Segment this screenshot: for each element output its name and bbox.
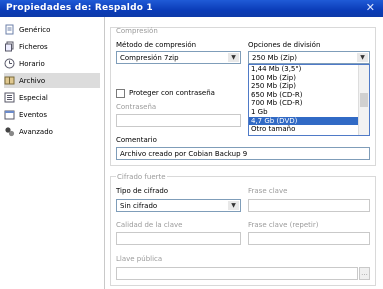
passphrase-repeat-field[interactable] — [248, 232, 370, 245]
browse-public-key-button[interactable]: ... — [359, 267, 370, 280]
split-options-select[interactable]: 250 Mb (Zip) ▼ — [248, 51, 370, 64]
chevron-down-icon[interactable]: ▼ — [228, 201, 239, 210]
clock-icon — [4, 58, 15, 69]
compression-group-label: Compresión — [116, 27, 158, 35]
list-item[interactable]: 1,44 Mb (3,5") — [249, 65, 369, 74]
compression-method-value: Compresión 7zip — [120, 54, 179, 62]
chevron-down-icon[interactable]: ▼ — [357, 53, 368, 62]
password-label: Contraseña — [116, 103, 157, 111]
sidebar-item-ficheros[interactable]: Ficheros — [4, 39, 100, 54]
passphrase-label: Frase clave — [248, 187, 288, 195]
compression-method-label: Método de compresión — [116, 41, 197, 49]
sidebar-item-horario[interactable]: Horario — [4, 56, 100, 71]
chevron-down-icon[interactable]: ▼ — [228, 53, 239, 62]
split-options-label: Opciones de división — [248, 41, 321, 49]
close-icon[interactable]: ✕ — [366, 1, 375, 14]
encryption-type-value: Sin cifrado — [120, 202, 158, 210]
comment-field[interactable]: Archivo creado por Cobian Backup 9 — [116, 147, 370, 160]
split-options-dropdown-list[interactable]: 1,44 Mb (3,5") 100 Mb (Zip) 250 Mb (Zip)… — [248, 64, 370, 136]
sidebar-item-label: Ficheros — [19, 42, 48, 51]
public-key-field[interactable] — [116, 267, 358, 280]
list-item[interactable]: 650 Mb (CD-R) — [249, 91, 369, 100]
list-icon — [4, 92, 15, 103]
events-icon — [4, 110, 15, 120]
sidebar-item-label: Especial — [19, 93, 48, 102]
sidebar-item-especial[interactable]: Especial — [4, 90, 100, 105]
sidebar-item-archivo[interactable]: Archivo — [4, 73, 100, 88]
sidebar: Genérico Ficheros Horario Archivo Especi… — [0, 17, 105, 289]
sidebar-item-generico[interactable]: Genérico — [4, 22, 100, 37]
scrollbar[interactable] — [358, 65, 369, 135]
passphrase-repeat-label: Frase clave (repetir) — [248, 221, 319, 229]
page-icon — [5, 24, 14, 35]
files-icon — [5, 41, 14, 52]
window-title: Propiedades de: Respaldo 1 — [6, 3, 153, 13]
scrollbar-thumb[interactable] — [360, 93, 368, 107]
key-quality-label: Calidad de la clave — [116, 221, 183, 229]
title-bar: Propiedades de: Respaldo 1 ✕ — [0, 0, 383, 17]
key-quality-bar — [116, 232, 241, 245]
archive-icon — [4, 76, 15, 85]
list-item[interactable]: Otro tamaño — [249, 125, 369, 134]
comment-label: Comentario — [116, 136, 157, 144]
sidebar-item-avanzado[interactable]: Avanzado — [4, 124, 100, 139]
list-item[interactable]: 700 Mb (CD-R) — [249, 99, 369, 108]
list-item[interactable]: 250 Mb (Zip) — [249, 82, 369, 91]
split-options-value: 250 Mb (Zip) — [252, 54, 297, 62]
sidebar-item-label: Horario — [19, 59, 45, 68]
protect-password-label: Proteger con contraseña — [129, 89, 215, 97]
sidebar-item-label: Eventos — [19, 110, 47, 119]
advanced-icon — [5, 127, 15, 137]
encryption-type-label: Tipo de cifrado — [116, 187, 169, 195]
passphrase-field[interactable] — [248, 199, 370, 212]
comment-value: Archivo creado por Cobian Backup 9 — [120, 150, 248, 158]
list-item[interactable]: 1 Gb — [249, 108, 369, 117]
public-key-label: Llave pública — [116, 255, 163, 263]
list-item-selected[interactable]: 4,7 Gb (DVD) — [249, 116, 369, 126]
sidebar-item-label: Avanzado — [19, 127, 53, 136]
sidebar-item-label: Archivo — [19, 76, 46, 85]
protect-password-checkbox[interactable] — [116, 89, 125, 98]
encryption-group-label: Cifrado fuerte — [116, 173, 167, 181]
sidebar-item-eventos[interactable]: Eventos — [4, 107, 100, 122]
sidebar-item-label: Genérico — [19, 25, 51, 34]
password-field[interactable] — [116, 114, 241, 127]
list-item[interactable]: 100 Mb (Zip) — [249, 74, 369, 83]
compression-method-select[interactable]: Compresión 7zip ▼ — [116, 51, 241, 64]
encryption-type-select[interactable]: Sin cifrado ▼ — [116, 199, 241, 212]
